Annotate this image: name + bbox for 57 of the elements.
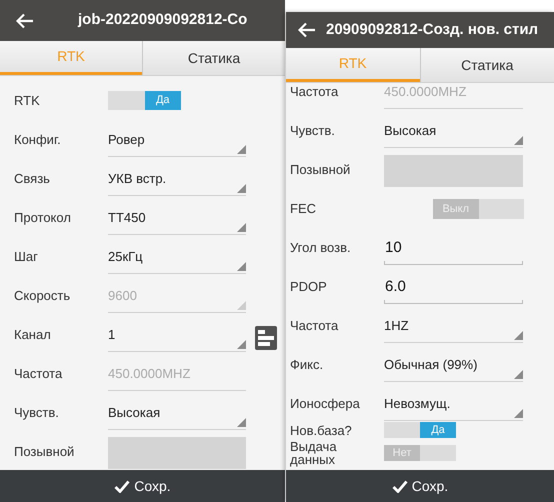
dropdown-arrow-icon bbox=[237, 418, 246, 427]
dropdown-field[interactable]: Обычная (99%) bbox=[384, 352, 523, 382]
field-label: Частота bbox=[290, 316, 340, 334]
field-label: Конфиг. bbox=[14, 130, 62, 149]
field-label: Связь bbox=[14, 170, 51, 188]
dropdown-field[interactable]: Высокая bbox=[108, 400, 246, 430]
screen-title: job-20220909092812-Со bbox=[78, 10, 248, 30]
dropdown-field[interactable]: УКВ встр. bbox=[108, 166, 246, 196]
field-label: Выдача данных bbox=[290, 440, 338, 466]
back-arrow-icon[interactable] bbox=[16, 12, 34, 28]
tab[interactable]: Статика bbox=[142, 41, 285, 75]
dropdown-arrow-icon bbox=[237, 145, 246, 154]
input-field[interactable] bbox=[108, 437, 246, 469]
dropdown-arrow-icon bbox=[237, 184, 246, 193]
dropdown-arrow-icon bbox=[514, 136, 523, 145]
field-label: Чувств. bbox=[14, 404, 60, 422]
field-label: PDOP bbox=[290, 278, 328, 296]
field-label: Частота bbox=[290, 83, 340, 100]
field-label: Чувств. bbox=[290, 122, 336, 140]
field-label: Угол возв. bbox=[290, 238, 352, 256]
dropdown-arrow-icon bbox=[237, 340, 246, 349]
dropdown-field[interactable]: 25кГц bbox=[108, 244, 246, 274]
text-field: 450.0000MHZ bbox=[384, 83, 523, 109]
dropdown-arrow-icon bbox=[237, 262, 246, 271]
dropdown-field[interactable]: 1 bbox=[108, 322, 246, 352]
input-field[interactable] bbox=[384, 155, 523, 187]
field-label: FEC bbox=[290, 200, 317, 218]
dropdown-field[interactable]: Ровер bbox=[108, 127, 246, 157]
checkmark-icon bbox=[392, 480, 408, 492]
field-label: Скорость bbox=[14, 286, 72, 305]
screen-title: 20909092812-Созд. нов. стил bbox=[326, 20, 538, 40]
field-label: Канал bbox=[14, 326, 52, 344]
dropdown-field[interactable]: Высокая bbox=[384, 118, 523, 148]
field-label: Позывной bbox=[14, 442, 76, 460]
save-button[interactable]: Сохр. bbox=[286, 470, 554, 502]
checkmark-icon bbox=[114, 480, 130, 492]
dropdown-arrow-icon bbox=[514, 331, 523, 340]
save-button[interactable]: Сохр. bbox=[0, 470, 285, 502]
field-label: Фикс. bbox=[290, 356, 324, 374]
field-label: Частота bbox=[14, 364, 64, 382]
back-arrow-icon[interactable] bbox=[298, 22, 316, 38]
dropdown-field[interactable]: 1HZ bbox=[384, 313, 523, 343]
dropdown-field[interactable]: TT450 bbox=[108, 205, 246, 235]
field-label: RTK bbox=[14, 92, 41, 110]
field-label: Ионосфера bbox=[290, 394, 361, 413]
tab[interactable]: Статика bbox=[420, 48, 554, 82]
dropdown-arrow-icon bbox=[514, 409, 523, 418]
field-label: Позывной bbox=[290, 160, 352, 178]
dropdown-arrow-icon bbox=[514, 370, 523, 379]
dropdown-arrow-icon bbox=[237, 301, 246, 310]
list-icon[interactable] bbox=[255, 326, 277, 350]
dropdown-arrow-icon bbox=[237, 223, 246, 232]
text-field: 450.0000MHZ bbox=[108, 361, 246, 391]
field-label: Шаг bbox=[14, 248, 39, 266]
field-label: Нов.база? bbox=[290, 424, 353, 436]
dropdown-field[interactable]: Невозмущ. bbox=[384, 391, 523, 421]
field-label: Протокол bbox=[14, 208, 72, 227]
